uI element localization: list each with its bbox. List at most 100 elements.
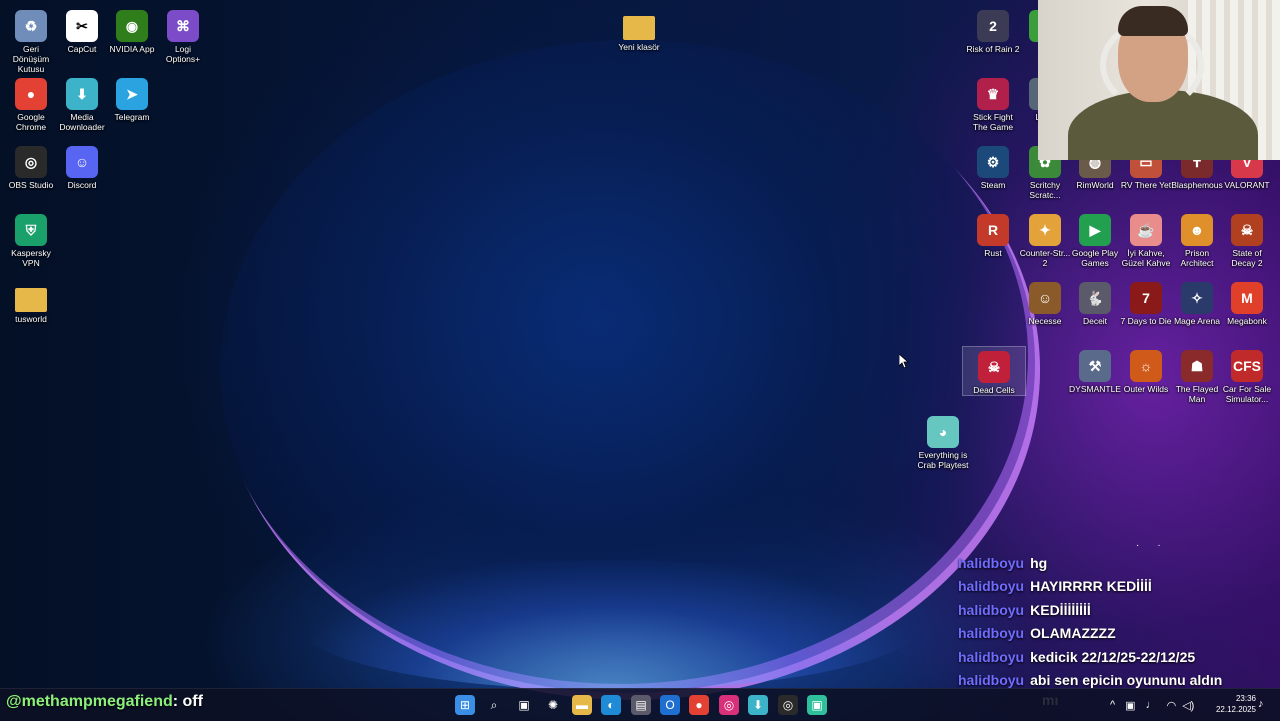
dysmantle-icon: ⚒ <box>1079 350 1111 382</box>
microphone-icon[interactable]: ♩ <box>1146 699 1157 711</box>
obs-icon[interactable]: ◎ <box>778 695 798 715</box>
chat-message: halidboyu kedicik 22/12/25-22/12/25 <box>958 646 1280 669</box>
desktop-icon-telegram[interactable]: ➤ Telegram <box>101 74 163 122</box>
stick-fight-icon: ♛ <box>977 78 1009 110</box>
search-icon[interactable]: ⌕ <box>484 695 504 715</box>
desktop-icon-label: Megabonk <box>1227 316 1267 326</box>
app-icon[interactable]: ▣ <box>807 695 827 715</box>
chat-username: halidboyu <box>958 648 1025 665</box>
wifi-icon[interactable]: ◠ <box>1167 699 1177 712</box>
desktop-icon-label: Discord <box>67 180 97 190</box>
desktop-icon-label: State of Decay 2 <box>1231 248 1263 268</box>
discord-icon: ☺ <box>66 146 98 178</box>
coffee-game-icon: ☕ <box>1130 214 1162 246</box>
chat-message: halidboyu KEDİİİİİİİİ <box>958 599 1280 622</box>
desktop-icon-label: Kaspersky VPN <box>11 248 51 268</box>
obs-icon: ◎ <box>15 146 47 178</box>
google-play-games-icon: ▶ <box>1079 214 1111 246</box>
system-tray: ^ ▣ ♩ ◠ ◁) <box>1110 689 1194 721</box>
desktop-icon-state-of-decay[interactable]: ☠ State of Decay 2 <box>1216 210 1278 268</box>
steam-icon: ⚙ <box>977 146 1009 178</box>
mouse-cursor-icon <box>899 354 909 369</box>
chat-username: halidboyu <box>958 625 1025 642</box>
chat-overlay: halidboyu hg halidboyu HAYIRRRR KEDİİİİ hali… <box>958 552 1280 708</box>
desktop-icon-label: Car For Sale Simulator... <box>1222 384 1272 404</box>
chat-username: halidboyu <box>958 578 1025 595</box>
mage-arena-icon: ✧ <box>1181 282 1213 314</box>
chat-username: halidboyu <box>958 601 1025 618</box>
logi-options-icon: ⌘ <box>167 10 199 42</box>
media-downloader-icon: ⬇ <box>66 78 98 110</box>
taskbar-clock[interactable]: 23:36 22.12.2025 <box>1208 693 1256 715</box>
edge-icon[interactable]: ◐ <box>601 695 621 715</box>
volume-icon[interactable]: ◁) <box>1182 699 1194 712</box>
desktop-icon-discord[interactable]: ☺ Discord <box>51 142 113 190</box>
telegram-icon: ➤ <box>116 78 148 110</box>
rust-icon: R <box>977 214 1009 246</box>
chrome-icon[interactable]: ● <box>689 695 709 715</box>
store-icon[interactable]: ▤ <box>631 695 651 715</box>
deceit-icon: 🐇 <box>1079 282 1111 314</box>
clock-date: 22.12.2025 <box>1215 705 1256 714</box>
desktop-icon-label: VALORANT <box>1224 180 1270 190</box>
file-explorer-icon[interactable]: ▬ <box>572 695 592 715</box>
chat-username: halidboyu <box>958 672 1025 689</box>
risk-of-rain-icon: 2 <box>977 10 1009 42</box>
dead-cells-icon: ☠ <box>978 351 1010 383</box>
chevron-up-icon[interactable]: ^ <box>1110 699 1115 711</box>
app-tray-icon[interactable]: ▣ <box>1125 699 1135 712</box>
desktop-icon-dead-cells[interactable]: ☠ Dead Cells <box>962 346 1026 396</box>
kaspersky-vpn-icon: ⛨ <box>15 214 47 246</box>
folder-icon <box>623 16 655 40</box>
desktop-icon-label: Logi Options+ <box>165 44 201 64</box>
chrome-icon: ● <box>15 78 47 110</box>
desktop-icon-crab-game[interactable]: ◕ Everything is Crab Playtest <box>912 412 974 470</box>
chat-username: halidboyu <box>958 555 1025 571</box>
desktop-icon-logi-options[interactable]: ⌘ Logi Options+ <box>152 6 214 64</box>
chat-message: halidboyu OLAMAZZZZ <box>958 622 1280 645</box>
state-of-decay-icon: ☠ <box>1231 214 1263 246</box>
wallpaper-glow <box>300 560 920 690</box>
overlay-handle: @methampmegafiend <box>6 693 173 710</box>
capcut-icon: ✂ <box>66 10 98 42</box>
chat-message: halidboyu HAYIRRRR KEDİİİİ <box>958 575 1280 598</box>
desktop-icon-megabonk[interactable]: M Megabonk <box>1216 278 1278 326</box>
chat-message: halidboyu hg <box>958 552 1280 575</box>
prison-architect-icon: ☻ <box>1181 214 1213 246</box>
media-downloader-icon[interactable]: ⬇ <box>748 695 768 715</box>
recycle-bin-icon: ♻ <box>15 10 47 42</box>
stream-overlay-status: @methampmegafiend: off <box>6 693 203 711</box>
streamer-hair <box>1118 6 1188 36</box>
webcam-overlay <box>1038 0 1280 160</box>
flayed-man-icon: ☗ <box>1181 350 1213 382</box>
chat-text: KEDİİİİİİİİ <box>1030 601 1091 618</box>
chat-text: HAYIRRRR KEDİİİİ <box>1030 578 1152 595</box>
outer-wilds-icon: ☼ <box>1130 350 1162 382</box>
megabonk-icon: M <box>1231 282 1263 314</box>
desktop-icon-label: tusworld <box>15 314 47 324</box>
desktop-icon-folder[interactable]: tusworld <box>0 278 62 324</box>
chat-text: kedicik 22/12/25-22/12/25 <box>1030 648 1196 665</box>
desktop-icon-car-for-sale[interactable]: CFS Car For Sale Simulator... <box>1216 346 1278 404</box>
copilot-icon[interactable]: ✺ <box>543 695 563 715</box>
counter-strike-icon: ✦ <box>1029 214 1061 246</box>
desktop-icon-label: Yeni klasör <box>618 42 660 52</box>
task-view-icon[interactable]: ▣ <box>514 695 534 715</box>
chat-text: abi sen epicin oyununu aldın <box>1030 672 1223 689</box>
overlay-status: : off <box>172 693 203 710</box>
car-for-sale-icon: CFS <box>1231 350 1263 382</box>
desktop-icon-folder[interactable]: Yeni klasör <box>608 6 670 52</box>
nvidia-icon: ◉ <box>116 10 148 42</box>
clock-time: 23:36 <box>1235 694 1256 703</box>
desktop-icon-label: Telegram <box>114 112 150 122</box>
notification-bell-icon[interactable]: ♪ <box>1258 698 1264 710</box>
overlay-dots: ·· <box>1136 540 1179 551</box>
desktop-icon-label: Dead Cells <box>973 385 1015 395</box>
instagram-icon[interactable]: ◎ <box>719 695 739 715</box>
chat-text: OLAMAZZZZ <box>1030 625 1116 642</box>
crab-game-icon: ◕ <box>927 416 959 448</box>
desktop-icon-kaspersky-vpn[interactable]: ⛨ Kaspersky VPN <box>0 210 62 268</box>
outlook-icon[interactable]: O <box>660 695 680 715</box>
start-button[interactable]: ⊞ <box>455 695 475 715</box>
desktop-icon-label: Everything is Crab Playtest <box>917 450 969 470</box>
